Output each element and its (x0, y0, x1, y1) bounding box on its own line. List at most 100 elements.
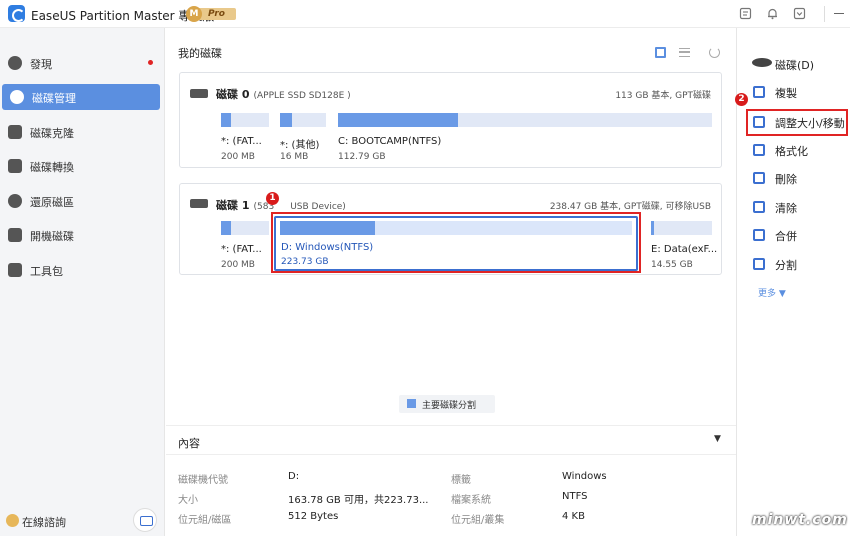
prop-key: 磁碟機代號 (178, 475, 228, 486)
list-view-icon[interactable] (679, 48, 690, 57)
grid-view-icon[interactable] (655, 47, 666, 58)
split-icon (753, 258, 765, 270)
partition-used-fill (221, 221, 231, 235)
toolbox-icon (8, 263, 22, 277)
collapse-arrow-icon[interactable]: ▼ (714, 434, 721, 444)
action-panel: 磁碟(D) 複製 調整大小/移動 格式化 刪除 清除 合併 分割 更多 ▼ 2 (735, 28, 850, 536)
sidebar-item-disk-management[interactable]: 磁碟管理 (2, 84, 160, 110)
copy-icon (753, 86, 765, 98)
partition-block[interactable]: C: BOOTCAMP(NTFS) 112.79 GB (338, 113, 712, 163)
sidebar: 發現 磁碟管理 磁碟克隆 磁碟轉換 還原磁區 開機磁碟 工具包 在線諮詢 (0, 28, 165, 536)
action-label: 刪除 (775, 173, 797, 186)
sidebar-item-label: 工具包 (30, 265, 63, 278)
merge-icon (753, 229, 765, 241)
copy-button[interactable]: 複製 (751, 82, 847, 102)
prop-key: 檔案系統 (451, 495, 491, 506)
pie-chart-icon (10, 90, 24, 104)
properties-header[interactable]: 內容 ▼ (166, 425, 736, 455)
format-button[interactable]: 格式化 (751, 140, 847, 160)
delete-button[interactable]: 刪除 (751, 168, 847, 188)
trash-icon (753, 172, 765, 184)
notification-dot (148, 60, 153, 65)
prop-value: Windows (562, 471, 607, 482)
notes-icon[interactable] (739, 7, 752, 20)
partition-size: 200 MB (221, 260, 255, 270)
page-title: 我的磁碟 (178, 47, 222, 60)
convert-icon (8, 159, 22, 173)
prop-value: D: (288, 471, 300, 482)
prop-key: 大小 (178, 495, 198, 506)
eraser-icon (753, 201, 765, 213)
app-logo-icon (8, 5, 25, 22)
partition-block[interactable]: *: (FAT... 200 MB (221, 221, 269, 271)
disk-model: (APPLE SSD SD128E ) (253, 91, 351, 101)
boot-disk-icon (8, 228, 22, 242)
action-label: 分割 (775, 259, 797, 272)
sidebar-item-discover[interactable]: 發現 (0, 50, 165, 76)
partition-block[interactable]: *: (FAT... 200 MB (221, 113, 269, 163)
sidebar-item-partition-recovery[interactable]: 還原磁區 (0, 188, 165, 214)
annotation-box-1 (271, 212, 641, 273)
prop-key: 位元組/叢集 (451, 515, 505, 526)
action-label: 合併 (775, 230, 797, 243)
legend-label: 主要磁碟分割 (422, 401, 477, 411)
more-actions-link[interactable]: 更多 ▼ (758, 286, 786, 299)
sidebar-item-label: 還原磁區 (30, 196, 74, 209)
partition-used-fill (651, 221, 654, 235)
disk-card-0[interactable]: 磁碟 0 (APPLE SSD SD128E ) 113 GB 基本, GPT磁碟… (179, 72, 722, 168)
action-label: 清除 (775, 202, 797, 215)
selected-disk-label: 磁碟(D) (775, 59, 815, 72)
bell-icon[interactable] (766, 7, 779, 20)
partition-used-fill (280, 113, 292, 127)
clone-icon (8, 125, 22, 139)
partition-used-fill (221, 113, 231, 127)
annotation-number-1: 1 (266, 192, 279, 205)
split-button[interactable]: 分割 (751, 254, 847, 274)
prop-value: 512 Bytes (288, 511, 339, 522)
sidebar-item-boot-disk[interactable]: 開機磁碟 (0, 222, 165, 248)
wipe-button[interactable]: 清除 (751, 197, 847, 217)
merge-button[interactable]: 合併 (751, 225, 847, 245)
partition-size: 112.79 GB (338, 152, 386, 162)
menu-dropdown-icon[interactable] (793, 7, 806, 20)
sidebar-item-label: 磁碟管理 (32, 92, 76, 105)
partition-bar (651, 221, 712, 235)
sidebar-item-label: 磁碟轉換 (30, 161, 74, 174)
disk-name: 磁碟 0 (APPLE SSD SD128E ) (216, 88, 351, 101)
online-help-label: 在線諮詢 (22, 516, 66, 529)
sidebar-item-disk-clone[interactable]: 磁碟克隆 (0, 119, 165, 145)
partition-size: 14.55 GB (651, 260, 693, 270)
recover-icon (8, 194, 22, 208)
sidebar-item-label: 磁碟克隆 (30, 127, 74, 140)
partition-block[interactable]: *: (其他) 16 MB (280, 113, 326, 163)
compass-icon (8, 56, 22, 70)
hard-disk-icon (190, 89, 208, 98)
partition-block[interactable]: E: Data(exF... 14.55 GB (651, 221, 717, 271)
properties-title: 內容 (178, 437, 200, 450)
pro-badge[interactable]: M Pro (186, 6, 236, 22)
sidebar-item-disk-convert[interactable]: 磁碟轉換 (0, 153, 165, 179)
annotation-number-2: 2 (735, 93, 748, 106)
minimize-button[interactable] (834, 13, 844, 14)
action-label: 格式化 (775, 145, 808, 158)
usb-disk-icon (190, 199, 208, 208)
hand-wave-icon (6, 514, 19, 527)
pro-badge-label: Pro (196, 8, 236, 20)
partition-size: 200 MB (221, 152, 255, 162)
main-panel: 我的磁碟 磁碟 0 (APPLE SSD SD128E ) 113 GB 基本, … (166, 28, 736, 536)
partition-name: *: (FAT... (221, 136, 262, 147)
partition-name: *: (FAT... (221, 244, 262, 255)
prop-value: NTFS (562, 491, 588, 502)
legend-swatch (407, 399, 416, 408)
action-label: 複製 (775, 87, 797, 100)
annotation-box-2 (746, 109, 848, 136)
refresh-icon[interactable] (709, 47, 720, 58)
feedback-button[interactable] (133, 508, 157, 532)
partition-name: E: Data(exF... (651, 244, 718, 255)
prop-key: 標籤 (451, 475, 471, 486)
pro-badge-letter: M (186, 6, 202, 22)
prop-key: 位元組/磁區 (178, 515, 232, 526)
sidebar-item-toolbox[interactable]: 工具包 (0, 257, 165, 283)
disk-info: 238.47 GB 基本, GPT磁碟, 可移除USB (549, 202, 711, 212)
partition-size: 16 MB (280, 152, 309, 162)
